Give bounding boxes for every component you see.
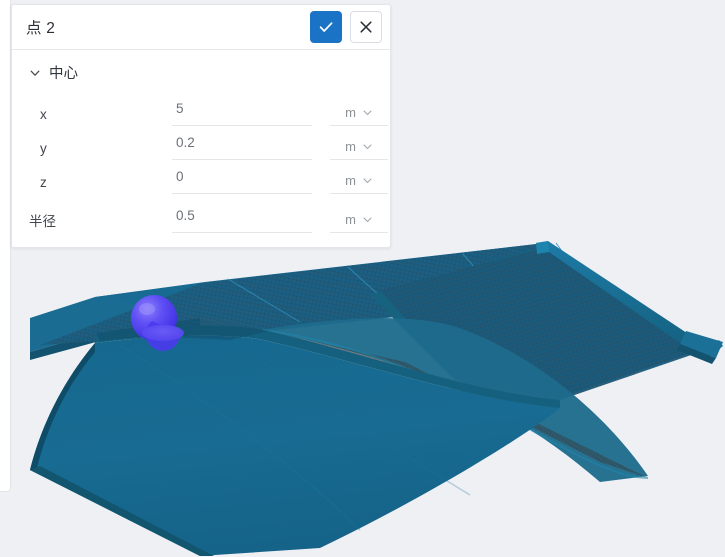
panel-title: 点 2 [26, 20, 56, 37]
unit-value-x: m [345, 105, 356, 120]
point-properties-panel: 点 2 中心 x 5 m y 0.2 m z 0 m 半径 0.5 m [11, 4, 391, 248]
field-label-y: y [40, 141, 47, 156]
unit-select-radius[interactable]: m [330, 212, 388, 233]
panel-header: 点 2 [12, 5, 390, 50]
chevron-down-icon [362, 214, 373, 225]
unit-select-x[interactable]: m [330, 105, 388, 126]
panel-body: 中心 x 5 m y 0.2 m z 0 m 半径 0.5 m [12, 50, 390, 247]
field-input-z[interactable]: 0 [172, 166, 312, 194]
close-icon [360, 21, 372, 33]
field-input-radius[interactable]: 0.5 [172, 205, 312, 233]
field-input-y[interactable]: 0.2 [172, 132, 312, 160]
field-row-radius: 半径 0.5 m [12, 199, 390, 233]
field-row-x: x 5 m [12, 92, 390, 126]
left-sidebar-rail[interactable] [0, 0, 11, 492]
field-input-x[interactable]: 5 [172, 98, 312, 126]
section-label-center: 中心 [49, 66, 78, 82]
field-label-radius: 半径 [29, 214, 56, 229]
chevron-down-icon [362, 107, 373, 118]
field-label-x: x [40, 107, 47, 122]
unit-select-y[interactable]: m [330, 139, 388, 160]
chevron-down-icon [29, 67, 41, 79]
unit-value-radius: m [345, 212, 356, 227]
section-header-center[interactable]: 中心 [12, 50, 390, 92]
confirm-button[interactable] [310, 11, 342, 43]
field-label-z: z [40, 175, 47, 190]
check-icon [319, 22, 333, 32]
field-row-y: y 0.2 m [12, 126, 390, 160]
unit-value-z: m [345, 173, 356, 188]
chevron-down-icon [362, 141, 373, 152]
unit-value-y: m [345, 139, 356, 154]
unit-select-z[interactable]: m [330, 173, 388, 194]
field-row-z: z 0 m [12, 160, 390, 194]
cancel-button[interactable] [350, 11, 382, 43]
chevron-down-icon [362, 175, 373, 186]
